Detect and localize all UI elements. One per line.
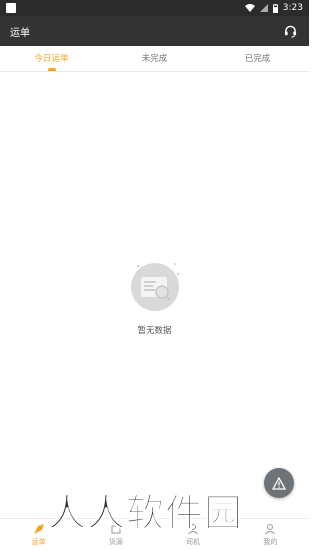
headset-icon[interactable] xyxy=(281,22,299,40)
nav-label: 运单 xyxy=(31,538,46,546)
empty-state-text: 暂无数据 xyxy=(137,326,172,336)
nav-item-driver[interactable]: 司机 xyxy=(155,519,232,550)
tab-completed[interactable]: 已完成 xyxy=(206,46,309,71)
nav-item-profile[interactable]: 我的 xyxy=(232,519,309,550)
nav-label: 货源 xyxy=(108,538,123,546)
tab-today-waybills[interactable]: 今日运单 xyxy=(0,46,103,71)
nav-item-waybill[interactable]: 运单 xyxy=(0,519,77,550)
tab-label: 未完成 xyxy=(141,54,168,64)
wifi-icon xyxy=(244,4,255,12)
nav-label: 司机 xyxy=(186,538,201,546)
signal-icon xyxy=(259,4,268,12)
status-time: 3:23 xyxy=(282,3,303,13)
cargo-icon xyxy=(111,525,121,534)
tab-indicator xyxy=(47,68,56,71)
nav-item-cargo[interactable]: 货源 xyxy=(77,519,154,550)
battery-icon xyxy=(272,3,278,13)
empty-document-icon xyxy=(128,258,182,312)
tab-incomplete[interactable]: 未完成 xyxy=(103,46,206,71)
tab-label: 今日运单 xyxy=(34,54,69,64)
app-bar: 运单 xyxy=(0,16,309,46)
empty-state: 暂无数据 xyxy=(0,258,309,336)
status-bar: 3:23 xyxy=(0,0,309,16)
nav-label: 我的 xyxy=(263,538,278,546)
bottom-nav: 运单 货源 司机 我的 xyxy=(0,518,309,550)
tab-bar: 今日运单 未完成 已完成 xyxy=(0,46,309,72)
driver-icon xyxy=(188,524,198,535)
page-title: 运单 xyxy=(10,27,30,39)
notification-icon xyxy=(6,3,16,13)
warning-fab-button[interactable] xyxy=(264,468,294,498)
profile-icon xyxy=(265,524,276,535)
tab-label: 已完成 xyxy=(244,54,271,64)
waybill-icon xyxy=(33,524,44,534)
warning-icon xyxy=(272,476,286,490)
